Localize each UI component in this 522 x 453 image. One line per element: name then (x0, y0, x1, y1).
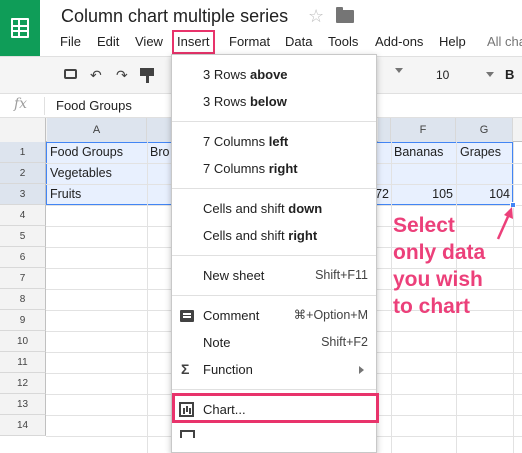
partial-menu-icon (180, 430, 195, 438)
column-header-f[interactable]: F (391, 118, 456, 142)
menu-separator (172, 389, 376, 390)
chart-item-highlight (172, 393, 379, 423)
menu-separator (172, 295, 376, 296)
font-size-select[interactable]: 10 (436, 68, 449, 82)
menu-insert[interactable]: Insert (172, 30, 215, 54)
menu-all-changes[interactable]: All cha (487, 30, 522, 54)
menu-edit[interactable]: Edit (97, 30, 119, 54)
row-header[interactable]: 3 (0, 184, 46, 205)
spreadsheet-app: Column chart multiple series ☆ File Edit… (0, 0, 522, 453)
grid-line (147, 142, 148, 453)
menu-item-columns-left[interactable]: 7 Columns left (172, 128, 376, 155)
menu-help[interactable]: Help (439, 30, 466, 54)
menu-item-label: Function (203, 362, 253, 377)
row-header[interactable]: 1 (0, 142, 46, 163)
cell-f3[interactable]: 105 (391, 184, 453, 205)
shortcut-label: Shift+F2 (321, 335, 368, 349)
row-header[interactable]: 11 (0, 352, 46, 373)
sheets-icon[interactable] (0, 0, 40, 56)
column-header-a[interactable]: A (47, 118, 147, 142)
row-header[interactable]: 9 (0, 310, 46, 331)
row-header[interactable]: 6 (0, 247, 46, 268)
annotation-arrow-icon (496, 207, 513, 240)
select-all-corner[interactable] (0, 118, 46, 142)
annotation-line: to chart (393, 295, 471, 318)
row-header[interactable]: 12 (0, 373, 46, 394)
formula-input[interactable]: Food Groups (56, 98, 132, 113)
star-icon[interactable]: ☆ (308, 6, 324, 27)
row-header[interactable]: 4 (0, 205, 46, 226)
bold-button[interactable]: B (505, 67, 514, 82)
menu-item-function[interactable]: Σ Function (172, 356, 376, 383)
menu-item-rows-below[interactable]: 3 Rows below (172, 88, 376, 115)
print-icon[interactable] (64, 69, 77, 79)
menu-item-label: Cells and shift right (203, 228, 318, 243)
menu-item-label: New sheet (203, 268, 265, 283)
menu-item-comment[interactable]: Comment ⌘+Option+M (172, 302, 376, 329)
cell-g1[interactable]: Grapes (460, 142, 501, 163)
comment-icon (180, 310, 194, 322)
formula-divider (44, 97, 45, 115)
row-header[interactable]: 7 (0, 268, 46, 289)
cell-a2[interactable]: Vegetables (50, 163, 112, 184)
row-header[interactable]: 10 (0, 331, 46, 352)
menu-data[interactable]: Data (285, 30, 312, 54)
menu-separator (172, 188, 376, 189)
menu-item-shift-down[interactable]: Cells and shift down (172, 195, 376, 222)
cell-f1[interactable]: Bananas (394, 142, 443, 163)
column-header-g[interactable]: G (456, 118, 513, 142)
folder-icon[interactable] (336, 7, 354, 23)
menu-item-label: Cells and shift down (203, 201, 323, 216)
menu-view[interactable]: View (135, 30, 163, 54)
cell-b1[interactable]: Bro (150, 142, 169, 163)
shortcut-label: ⌘+Option+M (293, 308, 368, 322)
menu-item-shift-right[interactable]: Cells and shift right (172, 222, 376, 249)
row-header[interactable]: 14 (0, 415, 46, 436)
submenu-arrow-icon (359, 366, 364, 374)
menu-format[interactable]: Format (229, 30, 270, 54)
sheet-glyph-icon (11, 18, 29, 38)
row-header[interactable]: 13 (0, 394, 46, 415)
paint-format-icon[interactable] (140, 68, 154, 83)
menu-item-note[interactable]: Note Shift+F2 (172, 329, 376, 356)
menu-item-rows-above[interactable]: 3 Rows above (172, 61, 376, 88)
row-header[interactable]: 2 (0, 163, 46, 184)
menu-addons[interactable]: Add-ons (375, 30, 423, 54)
column-header-e[interactable] (378, 118, 391, 142)
font-dropdown-caret-icon[interactable] (395, 68, 403, 73)
menu-tools[interactable]: Tools (328, 30, 358, 54)
annotation-line: you wish (393, 268, 483, 291)
document-title[interactable]: Column chart multiple series (61, 6, 288, 27)
menu-item-label: Comment (203, 308, 260, 323)
cell-g3[interactable]: 104 (456, 184, 510, 205)
sigma-icon: Σ (181, 361, 190, 377)
font-size-caret-icon[interactable] (486, 72, 494, 77)
menu-item-new-sheet[interactable]: New sheet Shift+F11 (172, 262, 376, 289)
menu-separator (172, 121, 376, 122)
row-header[interactable]: 8 (0, 289, 46, 310)
menu-item-label: Note (203, 335, 231, 350)
menu-item-label: 7 Columns right (203, 161, 298, 176)
menu-file[interactable]: File (60, 30, 81, 54)
cell-a1[interactable]: Food Groups (50, 142, 123, 163)
menu-item-columns-right[interactable]: 7 Columns right (172, 155, 376, 182)
menu-separator (172, 255, 376, 256)
row-header[interactable]: 5 (0, 226, 46, 247)
undo-icon[interactable]: ↶ (90, 67, 102, 84)
menu-item-label: 3 Rows above (203, 67, 288, 82)
shortcut-label: Shift+F11 (315, 268, 368, 282)
cell-a3[interactable]: Fruits (50, 184, 81, 205)
menu-item-label: 3 Rows below (203, 94, 287, 109)
redo-icon[interactable]: ↷ (116, 67, 128, 84)
menu-item-label: 7 Columns left (203, 134, 289, 149)
fx-icon: fx (14, 96, 28, 112)
